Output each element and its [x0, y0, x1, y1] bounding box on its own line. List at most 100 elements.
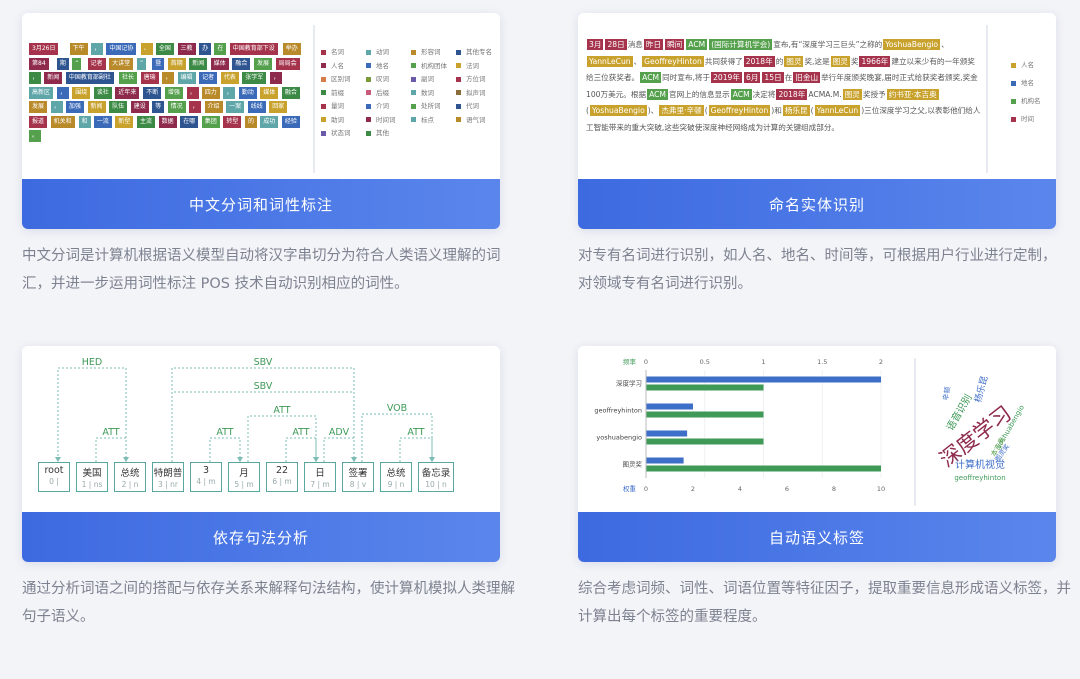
- dependency-token: 总统 9 | n: [380, 462, 412, 492]
- card-semantic-tagging[interactable]: 0 0.5 1 1.5 2 频率 0 2 4 6 8 10 权重 深度学习 geoffreyhinton yo…: [578, 346, 1056, 562]
- card-word-segmentation[interactable]: 3月26日 下午，中国记协、全国 三教办在中国教育部下设 举办 第84 期 “记者 大讲堂” 暨…: [22, 13, 500, 229]
- token-word: 总统: [120, 468, 140, 479]
- token-word: 美国: [82, 468, 102, 479]
- category-label: 图灵奖: [623, 460, 643, 469]
- pos-chip-area: 3月26日 下午，中国记协、全国 三教办在中国教育部下设 举办 第84 期 “记者 大讲堂” 暨…: [29, 43, 309, 173]
- pos-legend-item: 其他专名: [456, 46, 492, 56]
- pos-legend-item: 拟声词: [456, 87, 486, 97]
- ner-entity-per: 杰弗里·辛顿: [659, 105, 704, 116]
- bar-weight: [646, 438, 764, 445]
- ner-plain-text: )、: [647, 106, 659, 115]
- ner-plain-text: 奖,这是: [804, 56, 830, 66]
- pos-token: 勤动: [238, 86, 257, 99]
- dependency-arc: [95, 437, 127, 462]
- pos-token: ，: [186, 86, 199, 99]
- ner-entity-per: GeoffreyHinton: [708, 105, 771, 116]
- top-axis-tick: 0: [644, 358, 648, 366]
- ner-entity-per: YannLeCun: [814, 105, 861, 116]
- ner-entity-per: 图灵: [784, 55, 804, 67]
- card-dependency-parsing[interactable]: HED SBV SBV ATT ATT ATT ATT ADV VOB ATT root 0 | 美国…: [22, 346, 500, 562]
- pos-legend-item: 动词: [366, 46, 389, 56]
- pos-token: 新闻: [189, 57, 208, 70]
- pos-token: 唐瑜: [140, 72, 159, 84]
- pos-token: 张学军: [242, 72, 267, 84]
- dependency-token: 日7 | m: [304, 462, 336, 492]
- wordcloud-word: 杨乐昆: [972, 375, 991, 404]
- pos-legend-item: 地名: [366, 60, 389, 70]
- bar-weight: [646, 411, 764, 418]
- token-pos: 6 | m: [272, 477, 292, 486]
- pos-token: 媒体: [260, 86, 279, 99]
- pos-token: 中国教育部下设: [229, 43, 278, 55]
- ner-entity-time: 2018年: [743, 55, 775, 67]
- pos-token: 社长: [119, 72, 138, 84]
- token-pos: 9 | n: [387, 480, 405, 489]
- pos-token: 发展: [29, 101, 48, 113]
- pos-token: 期: [56, 57, 69, 70]
- dependency-arc: [57, 367, 127, 462]
- token-word: 22: [275, 465, 289, 476]
- pos-legend-item: 其他: [366, 127, 389, 137]
- pos-token: 队伍: [109, 101, 128, 113]
- wordcloud-word: 辛顿: [941, 386, 952, 401]
- pos-token: 转型: [223, 115, 242, 128]
- top-axis-label: 频率: [623, 357, 637, 366]
- dependency-token: root 0 |: [38, 462, 70, 492]
- bar-weight: [646, 384, 764, 391]
- card-title-bar[interactable]: 自动语义标签: [578, 512, 1056, 562]
- pos-token: ，: [50, 101, 63, 113]
- token-word: 总统: [386, 468, 406, 479]
- ner-entity-time: 2019年: [711, 72, 742, 83]
- ner-entity-time: 6月: [743, 72, 761, 83]
- dependency-token: 月5 | m: [228, 462, 260, 492]
- pos-token: 等: [152, 101, 165, 113]
- ner-plain-text: 宣布,有“深度学习三巨头”之称的: [773, 40, 883, 49]
- pos-token: 和: [78, 115, 91, 128]
- pos-legend-item: 标点: [411, 114, 434, 124]
- ner-entity-org: ACM: [686, 39, 708, 50]
- token-pos: 0 |: [49, 477, 59, 486]
- pos-legend-item: 量词: [321, 100, 344, 110]
- bar-frequency: [646, 403, 693, 410]
- ner-entity-org: ACM: [730, 88, 752, 100]
- pos-token: 3月26日: [29, 43, 59, 55]
- pos-legend-item: 助词: [321, 114, 344, 124]
- pos-token: 举办: [282, 43, 301, 55]
- card-title-bar[interactable]: 命名实体识别: [578, 179, 1056, 229]
- ner-plain-text: 共同获得了: [704, 56, 743, 66]
- pos-legend-item: 状态词: [321, 127, 351, 137]
- pos-token: 下午: [69, 43, 88, 55]
- tag-wordcloud: 深度学习语音识别计算机视觉geoffreyhinton杨乐昆yoshuabeng…: [935, 375, 1026, 482]
- token-word: 备忘录: [421, 468, 451, 479]
- token-pos: 2 | n: [121, 480, 139, 489]
- pos-token: 加强: [65, 101, 84, 113]
- token-word: root: [44, 465, 64, 476]
- dependency-arc: [285, 437, 317, 462]
- card-title: 命名实体识别: [768, 195, 865, 214]
- ner-entity-time: 瞬间: [665, 39, 685, 50]
- bar-weight: [646, 465, 881, 472]
- ner-plain-text: (: [704, 106, 708, 115]
- token-word: 3: [202, 465, 210, 476]
- ner-entity-time: 2018年: [776, 88, 808, 100]
- card-title-bar[interactable]: 中文分词和词性标注: [22, 179, 500, 229]
- wordcloud-word: geoffreyhinton: [954, 474, 1005, 482]
- dependency-label: SBV: [254, 381, 273, 392]
- card-title-bar[interactable]: 依存句法分析: [22, 512, 500, 562]
- pos-legend-item: 区别词: [321, 73, 351, 83]
- card-ner[interactable]: 3月 28日 消息 昨日 瞬间 ACM (国际计算机学会) 宣布,有“深度学习三巨头”之称的 Y…: [578, 13, 1056, 229]
- pos-legend-item: 时间词: [366, 114, 396, 124]
- bottom-axis-tick: 10: [877, 485, 885, 493]
- pos-token: 、: [140, 43, 153, 55]
- pos-token: 记者: [199, 72, 218, 84]
- token-word: 特朗普: [153, 468, 183, 479]
- pos-token: 情况: [167, 101, 186, 113]
- dependency-arc: [323, 437, 355, 462]
- top-axis-tick: 0.5: [700, 358, 710, 366]
- dependency-label: SBV: [254, 357, 273, 368]
- pos-token: 媒体: [210, 57, 229, 70]
- pos-token: 记者: [87, 57, 106, 70]
- card-description: 中文分词是计算机根据语义模型自动将汉字串切分为符合人类语义理解的词汇，并进一步运…: [22, 248, 501, 292]
- divider: [914, 358, 916, 506]
- ner-legend-item: 地名: [1011, 77, 1034, 87]
